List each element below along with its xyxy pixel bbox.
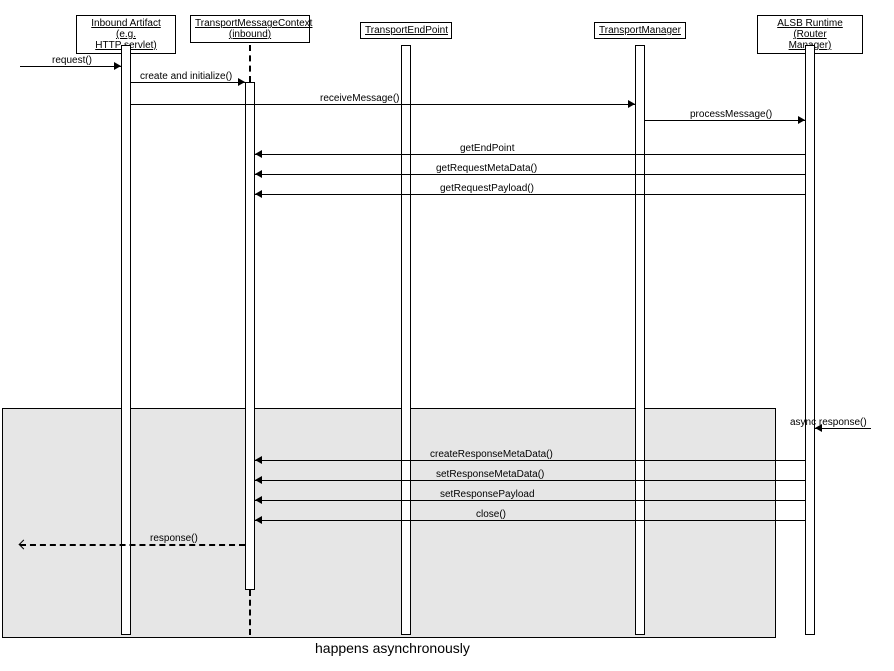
arrow-receive — [628, 100, 635, 108]
arrow-getendpoint — [255, 150, 262, 158]
async-region — [2, 408, 776, 638]
msg-process — [645, 120, 805, 121]
msg-response — [20, 544, 245, 546]
activation-p4 — [635, 45, 645, 635]
label-process: processMessage() — [690, 109, 772, 120]
lifeline-p2-dash-bottom — [249, 590, 251, 635]
msg-getreqpayload — [255, 194, 805, 195]
arrow-crmeta — [255, 456, 262, 464]
label-crmeta: createResponseMetaData() — [430, 449, 553, 460]
participant-transport-manager: TransportManager — [594, 22, 686, 39]
arrow-getreqmeta — [255, 170, 262, 178]
label-close: close() — [476, 509, 506, 520]
participant-transport-endpoint: TransportEndPoint — [360, 22, 452, 39]
msg-crmeta — [255, 460, 805, 461]
label-receive: receiveMessage() — [320, 93, 399, 104]
msg-request — [20, 66, 121, 67]
sequence-diagram: { "chart_data": { "type": "sequence_diag… — [0, 0, 894, 671]
participant-transport-msg-context: TransportMessageContext (inbound) — [190, 15, 310, 43]
label-getendpoint: getEndPoint — [460, 143, 515, 154]
label-getreqmeta: getRequestMetaData() — [436, 163, 537, 174]
label-setpayload: setResponsePayload — [440, 489, 535, 500]
label-response: response() — [150, 533, 198, 544]
async-region-label: happens asynchronously — [315, 640, 470, 656]
arrow-getreqpayload — [255, 190, 262, 198]
msg-setmeta — [255, 480, 805, 481]
label-create-init: create and initialize() — [140, 71, 232, 82]
label-setmeta: setResponseMetaData() — [436, 469, 544, 480]
arrow-request — [114, 62, 121, 70]
msg-asyncresp — [815, 428, 871, 429]
arrow-create-init — [238, 78, 245, 86]
msg-setpayload — [255, 500, 805, 501]
msg-receive — [131, 104, 635, 105]
lifeline-p2-dash-top — [249, 45, 251, 82]
arrow-setpayload — [255, 496, 262, 504]
arrow-close — [255, 516, 262, 524]
arrow-process — [798, 116, 805, 124]
activation-p2 — [245, 82, 255, 590]
activation-p1 — [121, 45, 131, 635]
arrow-setmeta — [255, 476, 262, 484]
label-request: request() — [52, 55, 92, 66]
msg-getreqmeta — [255, 174, 805, 175]
msg-close — [255, 520, 805, 521]
msg-create-init — [131, 82, 245, 83]
label-asyncresp: async response() — [790, 417, 867, 428]
activation-p3 — [401, 45, 411, 635]
msg-getendpoint — [255, 154, 805, 155]
activation-p5 — [805, 45, 815, 635]
label-getreqpayload: getRequestPayload() — [440, 183, 534, 194]
